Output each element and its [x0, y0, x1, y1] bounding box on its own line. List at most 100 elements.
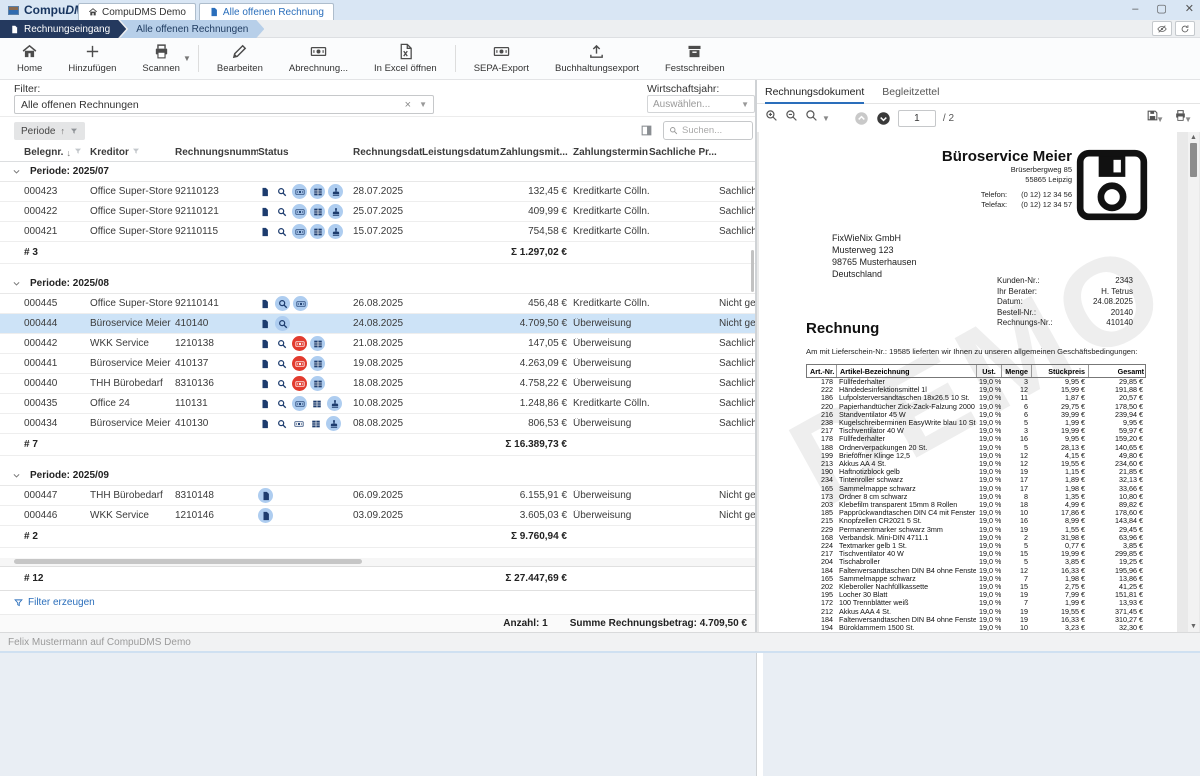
table-row[interactable]: 000422Office Super-Store9211012125.07.20… [0, 202, 755, 222]
table-row[interactable]: 000421Office Super-Store9211011515.07.20… [0, 222, 755, 242]
scrollbar-thumb[interactable] [1190, 143, 1197, 177]
column-header-zmit[interactable]: Zahlungsmit... [500, 147, 573, 158]
column-header-rechnr[interactable]: Rechnungsnummer [175, 147, 258, 158]
breadcrumb: RechnungseingangAlle offenen Rechnungen [0, 20, 1200, 38]
bearbeiten-button[interactable]: Bearbeiten [204, 38, 276, 79]
meta-value: 20140 [1075, 308, 1133, 319]
meta-label: Ihr Berater: [997, 287, 1075, 298]
vertical-scrollbar[interactable] [751, 250, 754, 292]
breadcrumb-item[interactable]: Alle offenen Rechnungen [120, 20, 264, 38]
invoice-item-row: 220Papierhandtücher Zick-Zack-Falzung 20… [806, 403, 1146, 411]
cell-rdat: 28.07.2025 [353, 186, 422, 197]
group-header[interactable]: Periode: 2025/09 [0, 466, 755, 486]
next-page-button[interactable] [876, 111, 891, 126]
group-header[interactable]: Periode: 2025/08 [0, 274, 755, 294]
scannen-button[interactable]: ▼Scannen [129, 38, 193, 79]
scroll-down-icon[interactable]: ▼ [1188, 623, 1199, 630]
chevron-down-icon[interactable] [12, 279, 21, 288]
group-header[interactable]: Periode: 2025/07 [0, 162, 755, 182]
column-header-sach[interactable]: Sachliche Pr... [649, 147, 719, 158]
clear-filter-icon[interactable]: × [405, 99, 411, 111]
table-row[interactable]: 000446WKK Service121014603.09.20253.605,… [0, 506, 755, 526]
zoom-out-button[interactable] [785, 109, 798, 127]
fiscal-year-select[interactable]: Auswählen... ▼ [647, 95, 755, 113]
item-cell-3: 18 [1001, 501, 1031, 509]
chevron-down-icon[interactable]: ▼ [1184, 115, 1192, 124]
app-tab[interactable]: CompuDMS Demo [78, 3, 196, 20]
maximize-button[interactable]: ▢ [1156, 2, 1166, 16]
group-by-chip[interactable]: Periode ↑ [14, 122, 85, 140]
save-document-button[interactable]: ▼ [1146, 109, 1164, 127]
filter-value: Alle offenen Rechnungen [21, 99, 405, 111]
chevron-down-icon[interactable] [12, 471, 21, 480]
chevron-down-icon[interactable]: ▼ [822, 114, 830, 123]
breadcrumb-item[interactable]: Rechnungseingang [0, 20, 126, 38]
in-excel-ffnen-button[interactable]: In Excel öffnen [361, 38, 450, 79]
column-header-status[interactable]: Status [258, 147, 353, 158]
sepa-export-button[interactable]: SEPA-Export [461, 38, 542, 79]
column-label: Status [258, 147, 289, 158]
column-header-kreditor[interactable]: Kreditor [90, 147, 175, 158]
filter-select[interactable]: Alle offenen Rechnungen × ▼ [14, 95, 434, 114]
chevron-down-icon[interactable] [12, 167, 21, 176]
group-gap [0, 456, 755, 466]
page-number-input[interactable] [898, 110, 936, 127]
stamp-status-icon [328, 204, 343, 219]
preview-scrollbar[interactable]: ▲ ▼ [1188, 132, 1199, 632]
column-header-rdat[interactable]: Rechnungsdat... [353, 147, 422, 158]
preview-tab-active[interactable]: Rechnungsdokument [765, 80, 864, 104]
refresh-button[interactable] [1175, 21, 1195, 36]
previous-page-button[interactable] [854, 111, 869, 126]
scrollbar-thumb[interactable] [14, 559, 362, 564]
table-row[interactable]: 000445Office Super-Store9211014126.08.20… [0, 294, 755, 314]
hinzuf-gen-button[interactable]: Hinzufügen [55, 38, 129, 79]
app-tab-active[interactable]: Alle offenen Rechnung [199, 3, 334, 20]
funnel-icon[interactable] [74, 147, 82, 158]
horizontal-scrollbar[interactable] [0, 558, 755, 566]
cell-sach: Sachlich richtig [719, 418, 755, 429]
toolbar-separator [198, 45, 199, 72]
chevron-down-icon[interactable]: ▼ [1156, 115, 1164, 124]
column-header-ldat[interactable]: Leistungsdatum [422, 147, 500, 158]
chevron-down-icon[interactable]: ▼ [183, 54, 191, 63]
table-row[interactable]: 000444Büroservice Meier41014024.08.20254… [0, 314, 755, 334]
item-cell-1: Permanentmarker schwarz 3mm [836, 526, 976, 534]
summary-belegnr: # 2 [24, 531, 90, 542]
invoice-list-panel: Filter: Alle offenen Rechnungen × ▼ Wirt… [0, 80, 756, 632]
festschreiben-button[interactable]: Festschreiben [652, 38, 738, 79]
zoom-level-button[interactable] [805, 109, 818, 127]
column-header-belegnr[interactable]: Belegnr.↓ [24, 147, 90, 158]
invoice-item-row: 184Faltenversandtaschen DIN B4 ohne Fens… [806, 616, 1146, 624]
chevron-down-icon[interactable]: ▼ [419, 100, 427, 109]
table-row[interactable]: 000435Office 2411013110.08.20251.248,86 … [0, 394, 755, 414]
table-row[interactable]: 000440THH Bürobedarf831013618.08.20254.7… [0, 374, 755, 394]
invoice-item-row: 222Händedesinfektionsmittel 1l19,0 %1215… [806, 386, 1146, 394]
abrechnung-button[interactable]: Abrechnung... [276, 38, 361, 79]
cell-sach: Nicht geprüft [719, 510, 755, 521]
table-row[interactable]: 000442WKK Service121013821.08.2025147,05… [0, 334, 755, 354]
column-header-zterm[interactable]: Zahlungstermin [573, 147, 649, 158]
hide-preview-button[interactable] [1152, 21, 1172, 36]
table-row[interactable]: 000434Büroservice Meier41013008.08.20258… [0, 414, 755, 434]
item-cell-4: 17,86 € [1031, 509, 1088, 517]
table-row[interactable]: 000423Office Super-Store9211012328.07.20… [0, 182, 755, 202]
group-summary-row: # 3Σ 1.297,02 € [0, 242, 755, 264]
print-document-button[interactable]: ▼ [1174, 109, 1192, 127]
minimize-button[interactable]: – [1132, 2, 1138, 16]
column-chooser-button[interactable] [640, 124, 653, 142]
table-row[interactable]: 000447THH Bürobedarf831014806.09.20256.1… [0, 486, 755, 506]
search-input[interactable] [682, 125, 747, 136]
buchhaltungsexport-button[interactable]: Buchhaltungsexport [542, 38, 652, 79]
preview-tab[interactable]: Begleitzettel [882, 80, 939, 104]
funnel-icon[interactable] [132, 147, 140, 158]
home-button[interactable]: Home [4, 38, 55, 79]
stamp-status-icon [327, 396, 342, 411]
scroll-up-icon[interactable]: ▲ [1188, 134, 1199, 141]
cell-kreditor: Büroservice Meier [90, 318, 175, 329]
close-button[interactable]: ✕ [1185, 2, 1194, 16]
item-cell-2: 19,0 % [976, 394, 1001, 402]
cell-betrag: 456,48 € [500, 298, 573, 309]
table-row[interactable]: 000441Büroservice Meier41013719.08.20254… [0, 354, 755, 374]
create-filter-link[interactable]: Filter erzeugen [14, 597, 95, 608]
zoom-in-button[interactable] [765, 109, 778, 127]
